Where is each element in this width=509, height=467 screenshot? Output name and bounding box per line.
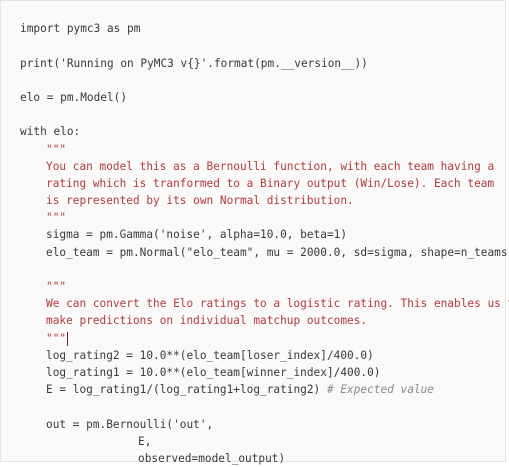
- docstring-line: rating which is tranformed to a Binary o…: [46, 176, 495, 190]
- expected-comment: # Expected value: [326, 383, 434, 397]
- code-line-sigma: sigma = pm.Gamma('noise', alpha=10.0, be…: [46, 228, 348, 242]
- docstring-line: is represented by its own Normal distrib…: [46, 194, 354, 208]
- code-line-import: import pymc3 as pm: [20, 22, 141, 36]
- docstring-line: make predictions on individual matchup o…: [46, 314, 368, 328]
- docstring-line: You can model this as a Bernoulli functi…: [46, 159, 495, 173]
- docstring-close-with-cursor[interactable]: """: [1, 330, 505, 347]
- docstring-close: """: [46, 211, 67, 225]
- code-line-log-rating2: log_rating2 = 10.0**(elo_team[loser_inde…: [46, 348, 374, 362]
- code-line-model: elo = pm.Model(): [20, 90, 128, 104]
- code-line-elo-team: elo_team = pm.Normal("elo_team", mu = 20…: [46, 245, 509, 259]
- expected-code: E = log_rating1/(log_rating1+log_rating2…: [46, 383, 327, 397]
- docstring-open: """: [46, 280, 67, 293]
- text-cursor: [67, 331, 69, 346]
- docstring-line: We can convert the Elo ratings to a logi…: [46, 297, 509, 311]
- code-line-bernoulli-arg-e: E,: [138, 434, 152, 448]
- code-line-bernoulli: out = pm.Bernoulli('out',: [46, 417, 214, 431]
- code-line-bernoulli-observed: observed=model_output): [138, 451, 286, 465]
- code-line-expected: E = log_rating1/(log_rating1+log_rating2…: [1, 381, 505, 398]
- docstring-open: """: [46, 142, 67, 156]
- code-editor[interactable]: import pymc3 as pm print('Running on PyM…: [0, 0, 509, 465]
- docstring-close-text: """: [46, 331, 67, 345]
- code-line-log-rating1: log_rating1 = 10.0**(elo_team[winner_ind…: [46, 365, 381, 379]
- code-line-with: with elo:: [20, 125, 81, 139]
- code-line-print: print('Running on PyMC3 v{}'.format(pm._…: [20, 56, 368, 70]
